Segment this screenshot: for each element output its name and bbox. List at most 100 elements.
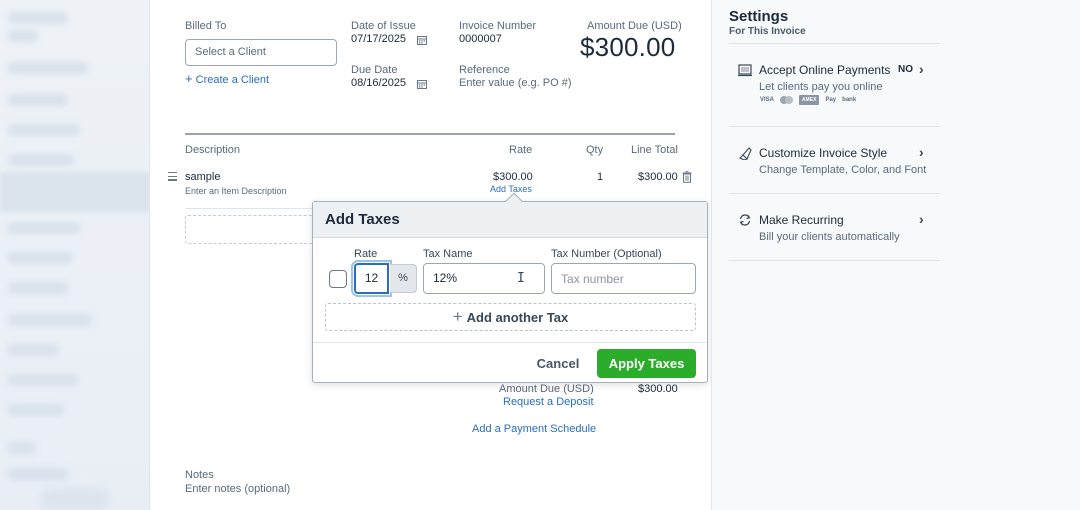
bank-logo: bank: [842, 97, 857, 103]
add-another-tax-button[interactable]: + Add another Tax: [325, 303, 696, 331]
line-item-qty[interactable]: 1: [597, 171, 603, 183]
tax-name-label: Tax Name: [423, 248, 473, 260]
sidebar-blurred-item[interactable]: [8, 222, 80, 234]
sidebar-blurred-item[interactable]: [8, 252, 72, 264]
sidebar-blurred-item[interactable]: [8, 442, 36, 454]
percent-addon: %: [390, 264, 417, 293]
apple-pay-logo: Pay: [825, 97, 837, 103]
make-recurring-description: Bill your clients automatically: [759, 231, 900, 243]
line-item-separator: [185, 208, 315, 209]
line-item-name[interactable]: sample: [185, 171, 220, 183]
settings-title: Settings: [729, 8, 789, 25]
invoice-number-value[interactable]: 0000007: [459, 33, 502, 45]
sidebar-blurred-item[interactable]: [8, 468, 68, 480]
sidebar-blurred-item[interactable]: [8, 344, 58, 356]
accept-online-payments-title: Accept Online Payments: [759, 63, 891, 77]
notes-input[interactable]: Enter notes (optional): [185, 483, 290, 495]
chevron-right-icon: ›: [919, 61, 924, 77]
amount-due-value: $300.00: [580, 32, 676, 62]
paintbrush-icon: [739, 147, 752, 160]
popup-title: Add Taxes: [325, 211, 400, 228]
trash-icon[interactable]: [682, 171, 692, 183]
apply-taxes-button[interactable]: Apply Taxes: [597, 349, 696, 378]
customize-invoice-style-description: Change Template, Color, and Font: [759, 164, 927, 176]
sidebar-active-item[interactable]: [0, 172, 149, 212]
tax-name-input[interactable]: 12% I: [423, 263, 545, 294]
text-cursor-icon: I: [517, 271, 525, 286]
sidebar-blurred-item[interactable]: [8, 404, 64, 416]
column-line-total: Line Total: [631, 144, 678, 156]
footer-amount-due-value: $300.00: [638, 383, 678, 395]
amex-logo: AMEX: [799, 95, 820, 105]
settings-divider: [729, 260, 940, 261]
payment-logos: VISA AMEX Pay bank: [760, 95, 856, 105]
sidebar-blurred-button[interactable]: [40, 488, 110, 510]
calendar-icon[interactable]: [417, 35, 427, 45]
add-taxes-link[interactable]: Add Taxes: [490, 184, 532, 194]
notes-label: Notes: [185, 469, 214, 481]
rate-label: Rate: [354, 248, 378, 260]
tax-number-label: Tax Number (Optional): [551, 248, 662, 260]
sidebar-blurred-item[interactable]: [8, 94, 68, 106]
amount-due-label: Amount Due (USD): [587, 20, 682, 32]
add-taxes-popup: Add Taxes Rate Tax Name Tax Number (Opti…: [312, 192, 708, 383]
tax-name-value: 12%: [433, 271, 458, 285]
rate-input[interactable]: 12: [351, 260, 392, 297]
popup-footer-divider: [313, 342, 707, 343]
customize-invoice-style-title: Customize Invoice Style: [759, 146, 888, 160]
column-description: Description: [185, 144, 241, 156]
sidebar-blurred-item[interactable]: [8, 314, 92, 326]
select-client-dropdown[interactable]: Select a Client: [185, 39, 337, 66]
popup-header: Add Taxes: [313, 202, 707, 238]
items-divider: [185, 133, 675, 135]
plus-icon: +: [452, 307, 463, 326]
sidebar-blurred-item[interactable]: [8, 374, 78, 386]
sidebar-blurred-item[interactable]: [8, 62, 88, 74]
chevron-right-icon: ›: [919, 211, 924, 227]
line-item-description[interactable]: Enter an Item Description: [185, 186, 287, 196]
settings-divider: [729, 43, 940, 44]
sidebar-blurred-item[interactable]: [8, 124, 80, 136]
status-badge: NO: [898, 64, 913, 75]
request-deposit-link[interactable]: Request a Deposit: [503, 396, 594, 408]
date-of-issue-value[interactable]: 07/17/2025: [351, 33, 406, 45]
add-line-button[interactable]: [185, 215, 315, 244]
sidebar-blurred-item: [8, 30, 38, 42]
add-another-tax-label: Add another Tax: [466, 310, 569, 325]
invoice-number-label: Invoice Number: [459, 20, 537, 32]
create-client-label: Create a Client: [195, 74, 270, 86]
reference-input[interactable]: Enter value (e.g. PO #): [459, 77, 572, 89]
chevron-right-icon: ›: [919, 144, 924, 160]
recurring-icon: [739, 214, 751, 226]
payment-schedule-link[interactable]: Add a Payment Schedule: [472, 423, 596, 435]
accept-online-payments-description: Let clients pay you online: [759, 81, 883, 93]
date-of-issue-label: Date of Issue: [351, 20, 416, 32]
line-item-total: $300.00: [638, 171, 678, 183]
cancel-button[interactable]: Cancel: [533, 354, 583, 380]
settings-subtitle: For This Invoice: [729, 26, 806, 37]
calendar-icon[interactable]: [417, 79, 427, 89]
tax-number-input[interactable]: Tax number: [551, 263, 696, 294]
settings-divider: [729, 193, 940, 194]
tax-checkbox[interactable]: [329, 270, 347, 288]
visa-logo: VISA: [760, 97, 775, 103]
sidebar: [0, 0, 150, 510]
settings-panel: Settings For This Invoice Accept Online …: [711, 0, 1080, 510]
drag-handle-icon[interactable]: [168, 172, 177, 183]
due-date-value[interactable]: 08/16/2025: [351, 77, 406, 89]
settings-divider: [729, 126, 940, 127]
column-rate: Rate: [509, 144, 533, 156]
plus-icon: +: [185, 71, 193, 86]
payment-card-icon: [738, 64, 752, 77]
sidebar-blurred-item[interactable]: [8, 154, 74, 166]
sidebar-blurred-item: [8, 12, 68, 24]
line-item-rate[interactable]: $300.00: [493, 171, 533, 183]
due-date-label: Due Date: [351, 64, 398, 76]
reference-label: Reference: [459, 64, 510, 76]
footer-amount-due-label: Amount Due (USD): [499, 383, 594, 395]
column-qty: Qty: [586, 144, 604, 156]
sidebar-blurred-item[interactable]: [8, 282, 68, 294]
create-client-link[interactable]: + Create a Client: [185, 71, 269, 86]
mastercard-logo: [780, 96, 794, 104]
billed-to-label: Billed To: [185, 20, 227, 32]
